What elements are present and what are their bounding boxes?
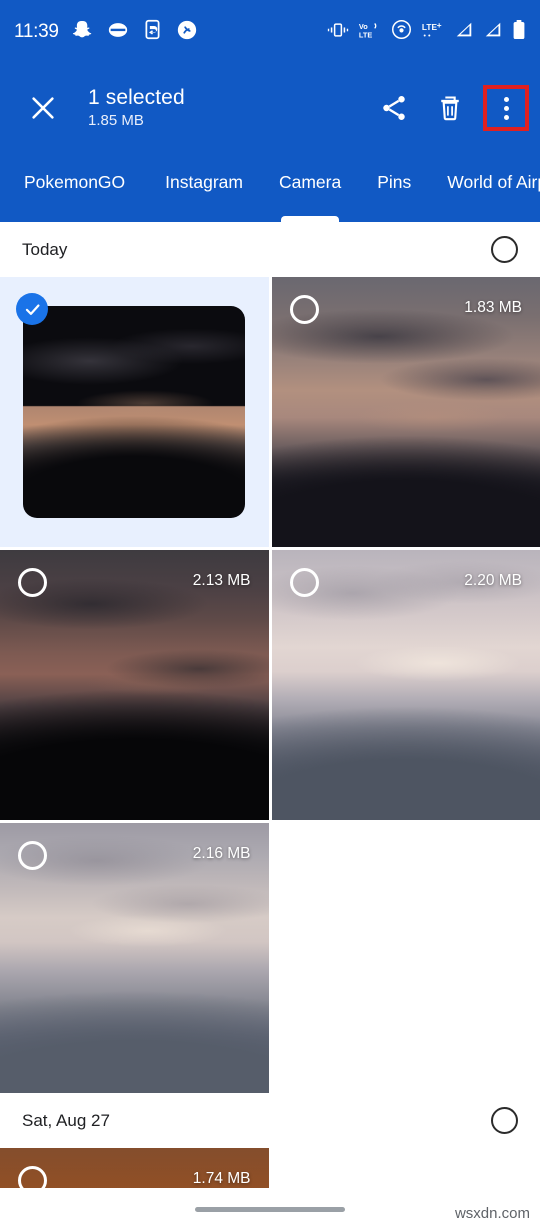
selection-app-bar: 1 selected 1.85 MB <box>0 64 540 152</box>
tab-pins[interactable]: Pins <box>359 170 429 222</box>
photo-size-label: 2.13 MB <box>192 572 251 589</box>
tab-label: Camera <box>278 172 342 192</box>
snapchat-icon <box>72 19 94 46</box>
more-options-button[interactable] <box>483 85 529 131</box>
close-icon <box>32 97 54 119</box>
album-tab-bar: PokemonGO Instagram Camera Pins World of Air… <box>0 152 540 222</box>
lte-plus-icon: LTE + <box>421 20 445 45</box>
app-bar-actions <box>371 85 540 131</box>
signal-bars-2-icon <box>483 21 503 44</box>
photo-grid: 1.83 MB 2.13 MB 2.20 MB 2.16 MB <box>0 277 540 1093</box>
photo-select-circle[interactable] <box>18 1166 47 1195</box>
gesture-home-pill[interactable] <box>195 1206 345 1212</box>
tab-instagram[interactable]: Instagram <box>147 170 261 222</box>
section-title: Sat, Aug 27 <box>22 1110 110 1130</box>
selection-count-label: 1 selected <box>88 86 185 109</box>
photo-select-circle[interactable] <box>18 568 47 597</box>
status-clock: 11:39 <box>14 21 59 42</box>
tab-label: World of Airports <box>447 172 540 192</box>
signal-bars-1-icon <box>454 21 474 44</box>
photo-gallery-screen: 11:39 Vo LTE LTE + 1 selected 1.85 MB Po… <box>0 0 540 1230</box>
share-button[interactable] <box>371 85 417 131</box>
section-title: Today <box>22 239 68 259</box>
share-icon <box>383 96 405 120</box>
shazam-icon <box>176 19 198 46</box>
photo-size-label: 2.16 MB <box>192 845 251 862</box>
photo-thumbnail[interactable]: 1.83 MB <box>271 277 540 547</box>
photo-select-circle[interactable] <box>289 295 319 324</box>
status-bar-left: 11:39 <box>14 19 198 46</box>
photo-list-scroll-area[interactable]: Today 1.83 MB 2.13 MB 2.20 MB 2.16 MB Sat, Au… <box>0 222 540 1230</box>
select-section-circle[interactable] <box>491 236 518 263</box>
system-navigation-bar: wsxdn.com <box>0 1188 540 1230</box>
svg-text:+: + <box>437 20 442 30</box>
section-header: Today <box>0 222 540 277</box>
delete-icon <box>441 96 459 121</box>
watermark-label: wsxdn.com <box>454 1205 530 1222</box>
section-header: Sat, Aug 27 <box>0 1093 540 1148</box>
check-icon <box>25 303 40 315</box>
delete-button[interactable] <box>427 85 473 131</box>
hotspot-icon <box>391 19 412 45</box>
tab-camera[interactable]: Camera <box>261 170 359 222</box>
photo-thumbnail[interactable]: 2.20 MB <box>271 550 540 820</box>
phone-sync-icon <box>142 19 163 45</box>
status-bar: 11:39 Vo LTE LTE + <box>0 0 540 64</box>
tab-label: Pins <box>377 172 412 192</box>
photo-thumbnail[interactable] <box>0 277 269 547</box>
tab-label: PokemonGO <box>24 172 126 192</box>
photo-size-label: 1.74 MB <box>192 1170 251 1187</box>
tab-label: Instagram <box>165 172 243 192</box>
select-section-circle[interactable] <box>491 1107 518 1134</box>
volte-icon: Vo LTE <box>358 20 382 45</box>
more-options-icon <box>503 96 509 120</box>
tab-pokemongo[interactable]: PokemonGO <box>2 170 147 222</box>
photo-thumbnail[interactable]: 2.13 MB <box>0 550 269 820</box>
photo-selected-checkmark[interactable] <box>16 293 48 325</box>
svg-text:LTE: LTE <box>359 30 372 39</box>
tab-world-of-airports[interactable]: World of Airports <box>429 170 540 222</box>
vibrate-icon <box>327 21 349 44</box>
photo-select-circle[interactable] <box>18 841 47 870</box>
status-bar-right: Vo LTE LTE + <box>327 19 526 45</box>
notification-icon <box>107 19 129 46</box>
battery-icon <box>512 19 526 45</box>
photo-thumbnail[interactable]: 2.16 MB <box>0 823 269 1093</box>
photo-image <box>23 306 246 518</box>
selection-size-label: 1.85 MB <box>88 112 144 129</box>
close-selection-button[interactable] <box>12 77 74 139</box>
selection-title-block: 1 selected 1.85 MB <box>88 85 185 131</box>
photo-size-label: 1.83 MB <box>464 299 522 316</box>
photo-size-label: 2.20 MB <box>464 572 522 589</box>
photo-select-circle[interactable] <box>289 568 319 597</box>
svg-text:LTE: LTE <box>422 22 438 32</box>
